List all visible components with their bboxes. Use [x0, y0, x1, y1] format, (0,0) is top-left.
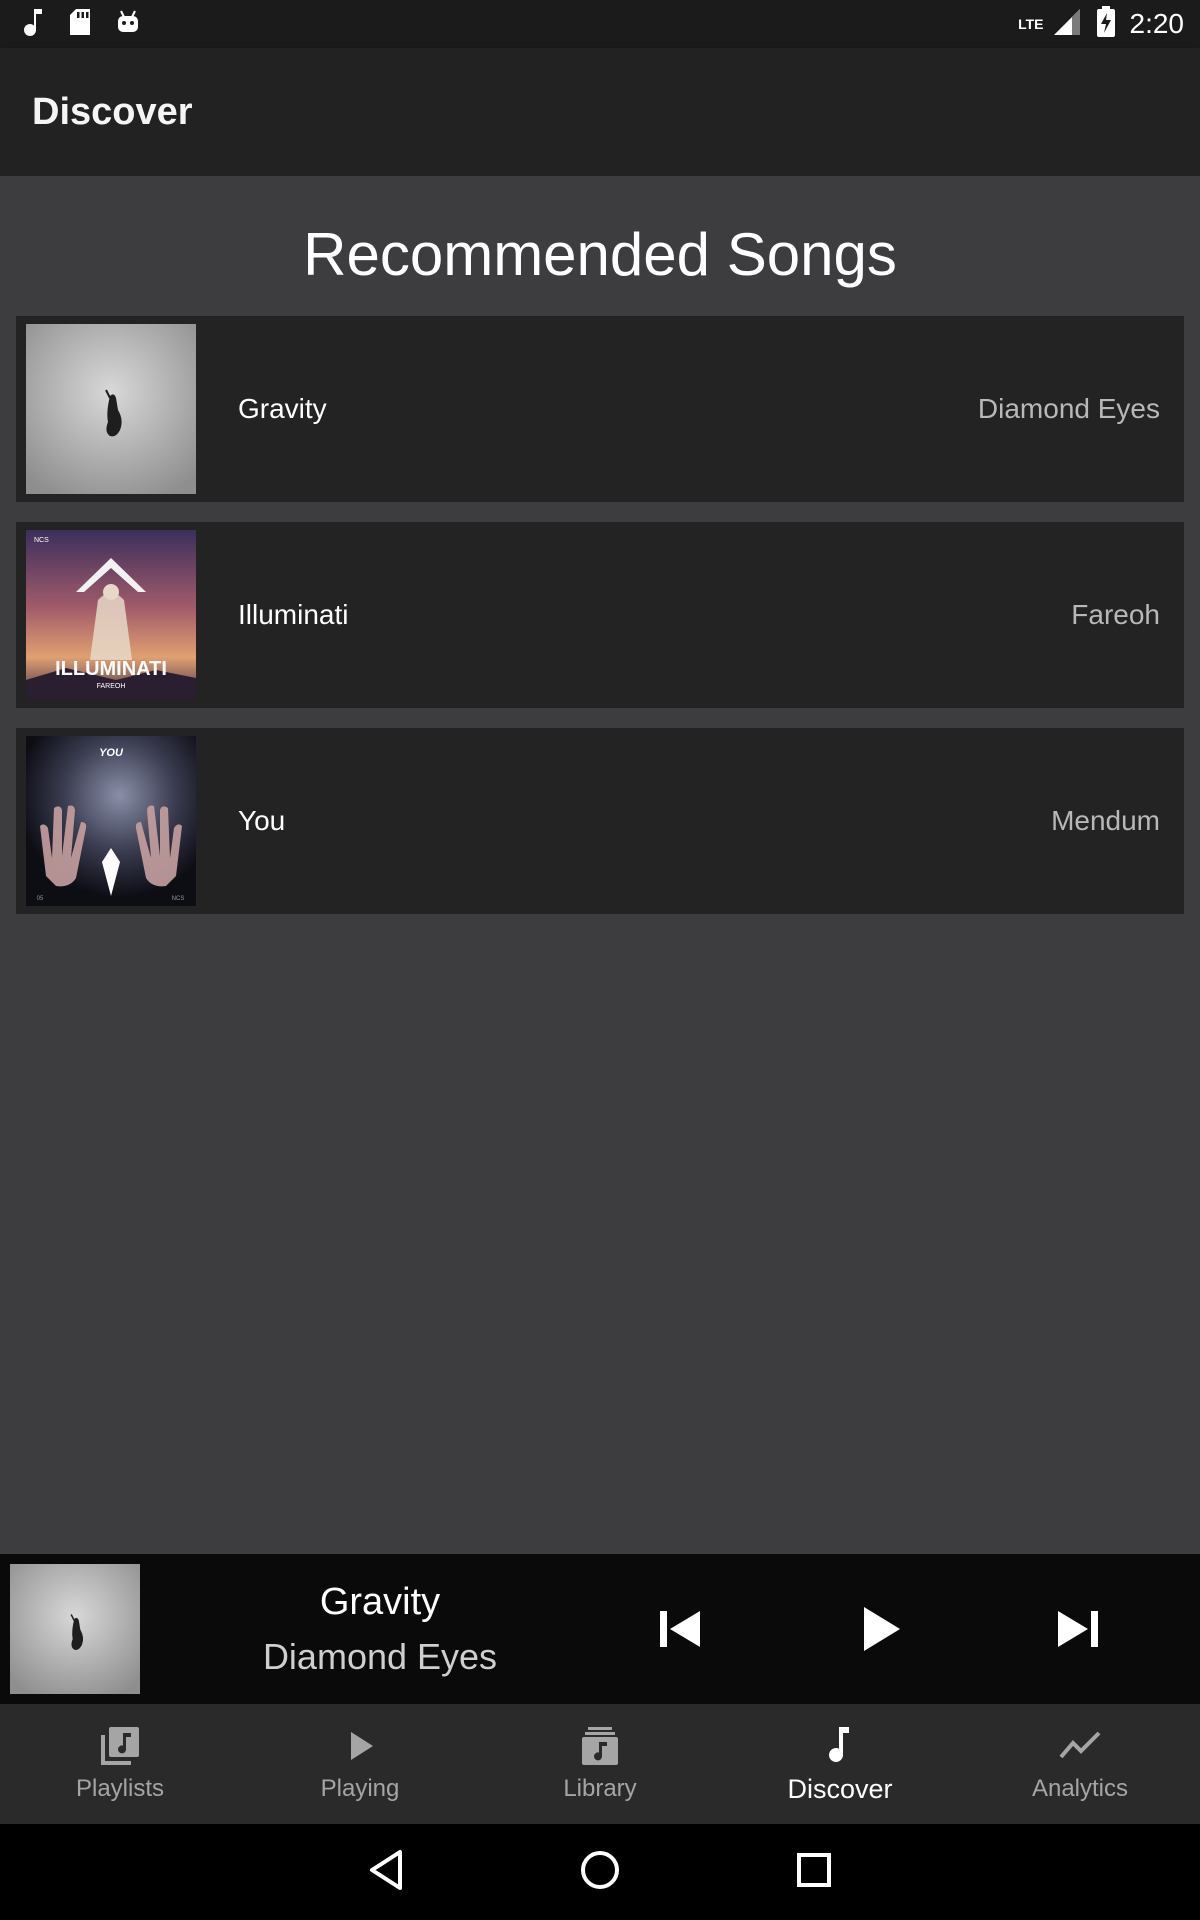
recents-icon [797, 1852, 831, 1887]
album-art-you: YOU NCS 05 [26, 736, 196, 906]
back-icon [370, 1849, 402, 1890]
music-note-icon [829, 1726, 849, 1762]
page-title: Discover [32, 90, 193, 133]
song-title: You [238, 805, 286, 836]
illuminati-art-title: ILLUMINATI [55, 658, 167, 680]
skip-next-button[interactable] [1038, 1589, 1118, 1669]
nav-item-playlists[interactable]: Playlists [0, 1704, 240, 1824]
nav-item-discover[interactable]: Discover [720, 1704, 960, 1824]
section-title: Recommended Songs [303, 221, 897, 288]
you-art-title: YOU [99, 747, 124, 759]
nav-item-analytics[interactable]: Analytics [960, 1704, 1200, 1824]
mini-player-artist: Diamond Eyes [262, 1635, 498, 1677]
nav-label: Library [563, 1775, 637, 1802]
nav-label: Playlists [75, 1775, 165, 1802]
song-artist: Fareoh [1071, 599, 1160, 630]
illuminati-art-artist: FAREOH [97, 683, 126, 690]
status-left-icons [24, 7, 142, 42]
play-icon [351, 1732, 373, 1760]
network-type: LTE [1018, 16, 1044, 32]
skip-previous-icon [660, 1611, 700, 1647]
play-button[interactable] [842, 1589, 922, 1669]
nav-item-playing[interactable]: Playing [240, 1704, 480, 1824]
song-row-illuminati[interactable]: ILLUMINATI FAREOH NCS Illuminati Fareoh [16, 522, 1184, 708]
album-art-illuminati: ILLUMINATI FAREOH NCS [26, 530, 196, 700]
song-title: Illuminati [238, 599, 349, 630]
recents-button[interactable] [794, 1850, 834, 1895]
status-right-icons: LTE 2:20 [1018, 5, 1185, 43]
analytics-icon [1059, 1731, 1101, 1759]
back-button[interactable] [366, 1848, 406, 1897]
discover-content: Recommended Songs Gravity Diamond Eyes I… [0, 176, 1200, 1554]
you-art-badge: NCS [172, 896, 185, 902]
mini-player-album-art[interactable] [10, 1564, 140, 1694]
nav-item-library[interactable]: Library [480, 1704, 720, 1824]
library-icon [582, 1727, 618, 1765]
illuminati-art-badge: NCS [34, 537, 49, 544]
signal-icon [1052, 7, 1082, 42]
album-art-gravity [26, 324, 196, 494]
nav-label: Playing [320, 1775, 400, 1802]
song-artist: Diamond Eyes [977, 393, 1160, 424]
status-time: 2:20 [1129, 8, 1185, 39]
mini-player[interactable]: Gravity Diamond Eyes [0, 1554, 1200, 1704]
play-icon [864, 1607, 900, 1651]
battery-charging-icon [1096, 5, 1116, 43]
android-icon [114, 8, 142, 41]
song-row-you[interactable]: YOU NCS 05 You Mendum [16, 728, 1184, 914]
playlists-icon [101, 1727, 139, 1765]
you-art-number: 05 [37, 896, 44, 902]
mini-player-title: Gravity [319, 1580, 441, 1623]
sd-card-icon [68, 7, 92, 42]
song-title: Gravity [238, 393, 327, 424]
nav-label: Analytics [1031, 1775, 1129, 1802]
skip-next-icon [1058, 1611, 1098, 1647]
status-bar: LTE 2:20 [0, 0, 1200, 48]
system-nav-bar [0, 1824, 1200, 1920]
home-button[interactable] [578, 1848, 622, 1897]
song-list: Gravity Diamond Eyes ILLUMINATI FAREOH N… [0, 316, 1200, 914]
nav-label: Discover [787, 1773, 893, 1804]
mini-player-meta[interactable]: Gravity Diamond Eyes [140, 1581, 620, 1678]
song-row-gravity[interactable]: Gravity Diamond Eyes [16, 316, 1184, 502]
app-bar: Discover [0, 48, 1200, 176]
song-artist: Mendum [1051, 805, 1160, 836]
music-note-icon [24, 7, 46, 42]
bottom-nav: Playlists Playing Library Discover Analy… [0, 1704, 1200, 1824]
home-icon [581, 1850, 619, 1889]
skip-previous-button[interactable] [640, 1589, 720, 1669]
